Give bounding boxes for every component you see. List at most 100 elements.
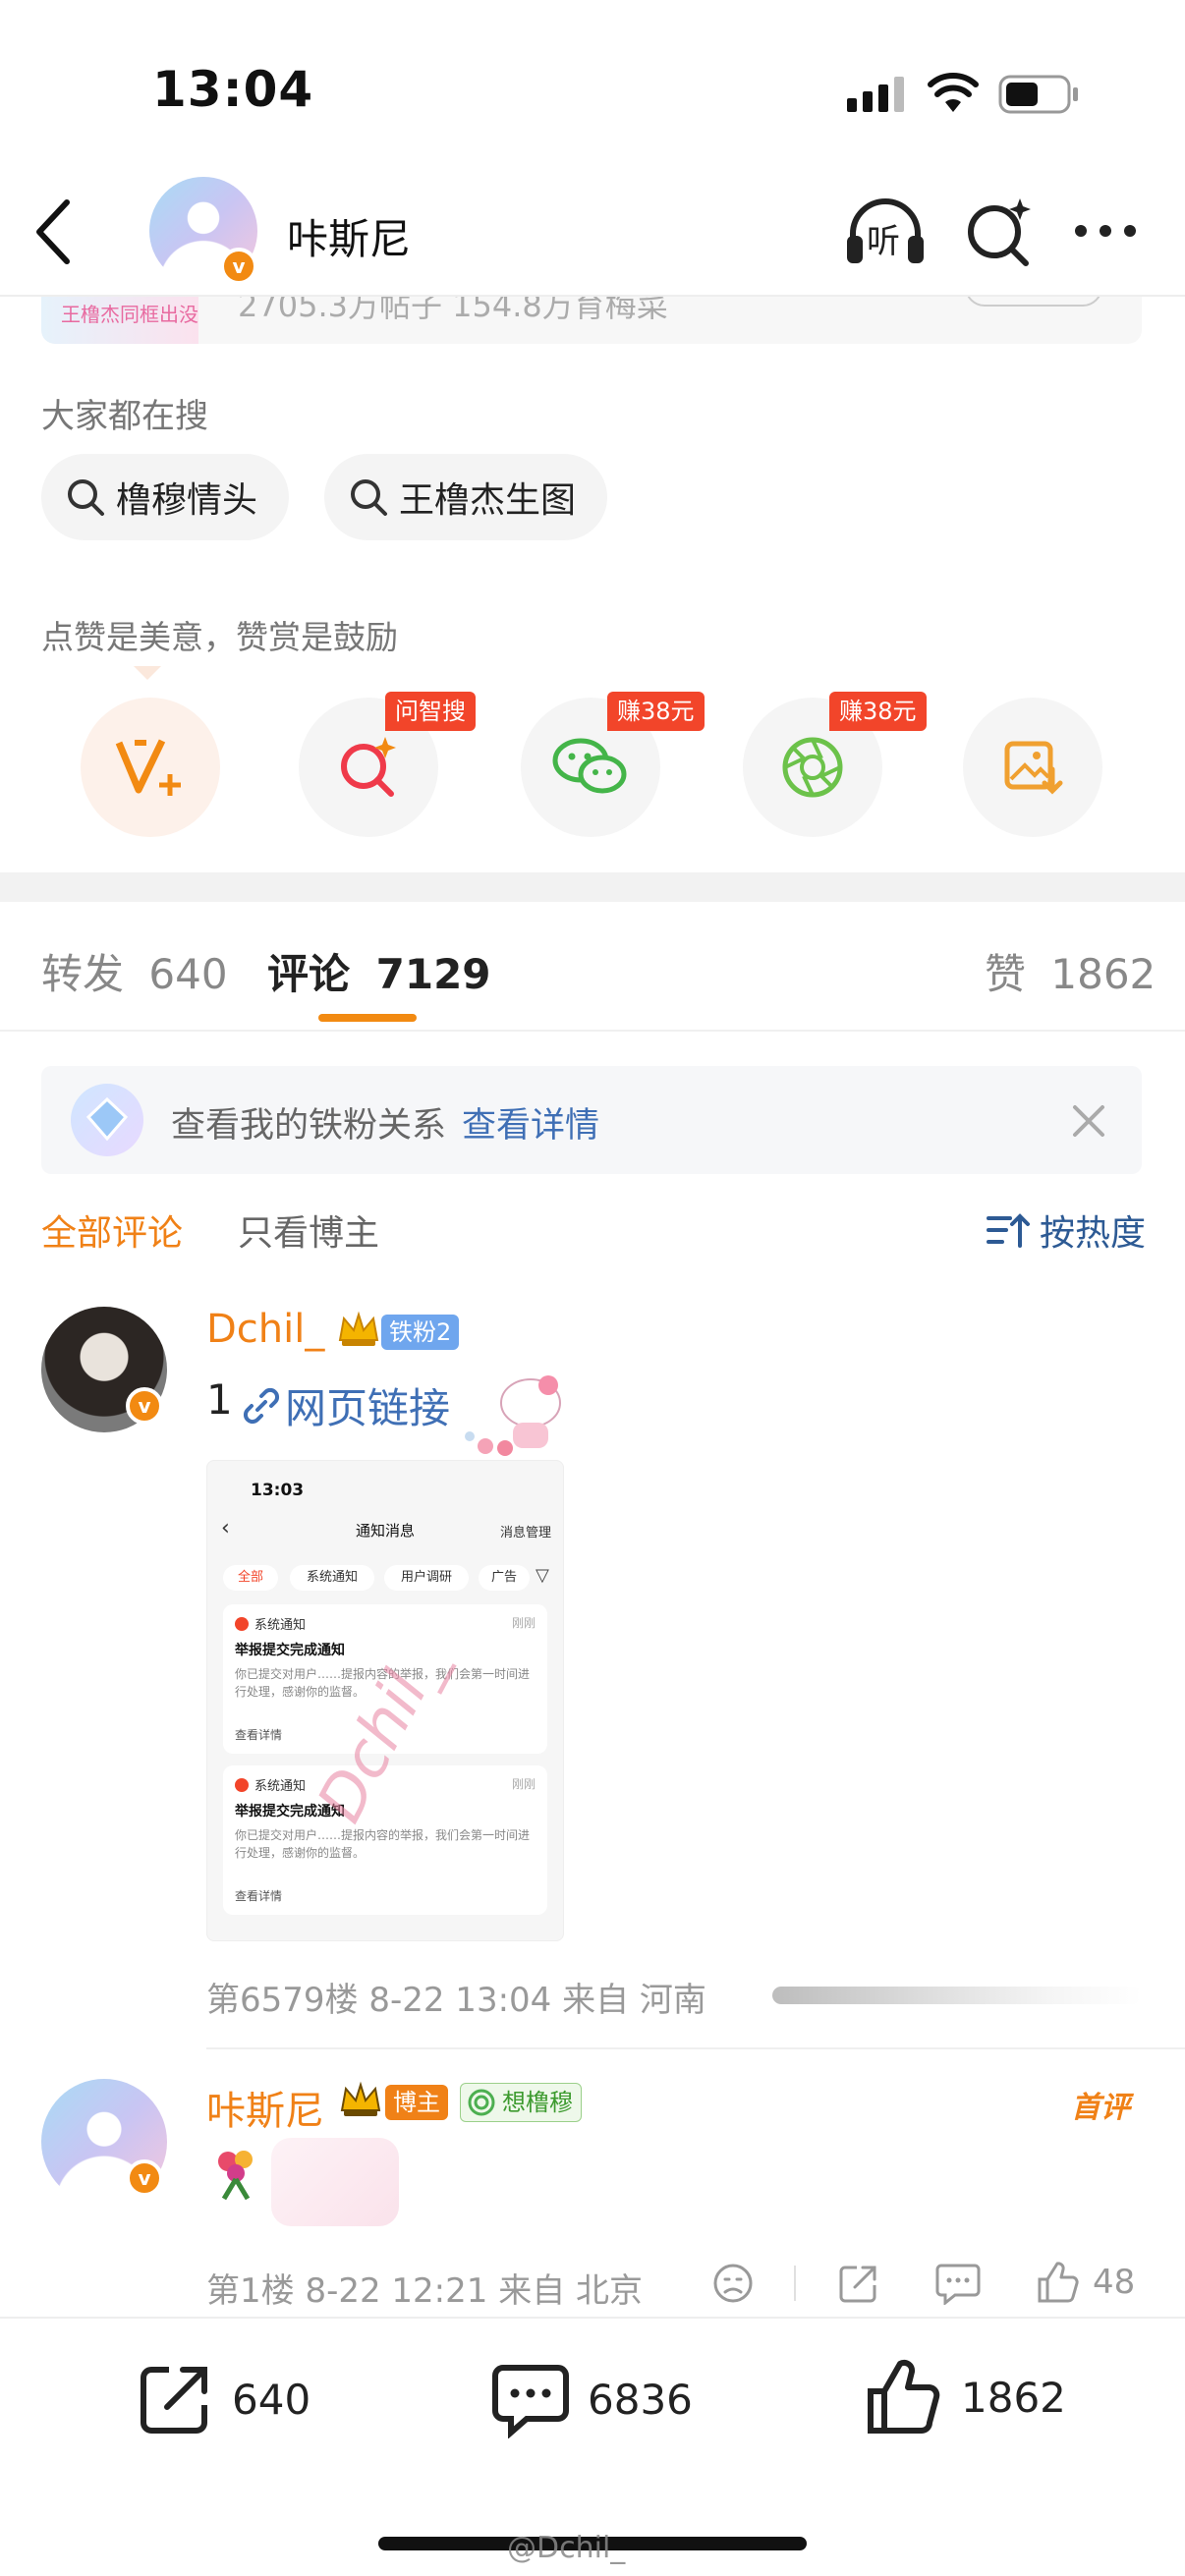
share-icon: [141, 2367, 207, 2434]
save-image-icon: [1004, 741, 1063, 795]
image-card-source: 系统通知: [235, 1614, 306, 1633]
sort-button[interactable]: 按热度: [987, 1204, 1146, 1256]
thumbs-up-icon: [868, 2359, 940, 2434]
blogger-badge: 博主: [385, 2085, 448, 2120]
comment-divider: [206, 2047, 1185, 2049]
share-icon: [839, 2266, 876, 2303]
image-filter-icon: ▽: [536, 1565, 549, 1586]
verified-badge-icon: v: [126, 2159, 163, 2197]
avatar[interactable]: v: [149, 177, 257, 285]
promo-tag: 问智搜: [385, 692, 476, 731]
fan-banner-link[interactable]: 查看详情: [462, 1097, 599, 1148]
web-link[interactable]: 网页链接: [242, 1375, 450, 1435]
sticker-image: [271, 2138, 399, 2226]
close-button[interactable]: [1069, 1101, 1108, 1141]
wifi-icon: [928, 73, 979, 114]
image-card-time: 刚刚: [511, 1777, 536, 1791]
v-plus-icon: [115, 739, 181, 796]
search-section-label: 大家都在搜: [41, 397, 208, 436]
dislike-button[interactable]: [711, 2262, 755, 2305]
commenter-name[interactable]: 咔斯尼: [206, 2079, 324, 2136]
listen-button[interactable]: 听: [843, 193, 928, 271]
tab-like-label: 赞: [985, 950, 1027, 998]
attached-image[interactable]: 13:03 ‹ 通知消息 消息管理 全部 系统通知 用户调研 广告 ▽ 系统通知…: [206, 1460, 564, 1941]
like-button[interactable]: 1862: [865, 2358, 1066, 2436]
reward-button[interactable]: [81, 698, 220, 837]
topic-badge: 想橹穆: [460, 2083, 582, 2122]
follow-button[interactable]: [965, 297, 1102, 307]
like-count: 1862: [961, 2373, 1066, 2422]
back-button[interactable]: [28, 193, 86, 271]
comment-progress-bar: [772, 1987, 1142, 2004]
image-card-source: 系统通知: [235, 1775, 306, 1794]
search-chip[interactable]: 王橹杰生图: [324, 454, 608, 540]
cellular-signal-icon: [847, 77, 908, 116]
topic-badge-label: 想橹穆: [502, 2089, 573, 2116]
chevron-left-icon: [36, 199, 70, 264]
tab-comment-label: 评论: [267, 950, 351, 998]
verified-badge-icon: v: [220, 248, 257, 285]
hello-kitty-sticker-icon: [462, 1368, 576, 1460]
thumbs-up-icon: [1038, 2262, 1079, 2303]
flower-bouquet-icon: [206, 2144, 265, 2203]
filter-host-only[interactable]: 只看博主: [238, 1204, 379, 1256]
image-pill: 系统通知: [290, 1565, 374, 1591]
comment-like-button[interactable]: 48: [1036, 2260, 1135, 2305]
link-icon: [243, 1387, 280, 1424]
tab-comment-count: 7129: [375, 950, 491, 998]
fan-relation-banner[interactable]: 查看我的铁粉关系 查看详情: [41, 1066, 1142, 1174]
image-pill: 全部: [223, 1565, 278, 1591]
action-divider: [794, 2266, 796, 2301]
reward-pointer: [134, 666, 161, 680]
reward-section-label: 点赞是美意，赞赏是鼓励: [41, 618, 398, 656]
image-status-time: 13:03: [251, 1481, 305, 1500]
chat-bubble-icon: [935, 2264, 981, 2307]
first-comment-badge: 首评: [1071, 2091, 1130, 2125]
sort-label: 按热度: [1040, 1213, 1147, 1254]
comment-meta: 第1楼 8-22 12:21 来自 北京: [206, 2271, 644, 2311]
search-icon: [351, 479, 387, 516]
crown-icon: [338, 2081, 383, 2120]
image-card-title: 举报提交完成通知: [235, 1643, 345, 1658]
commenter-name[interactable]: Dchil_: [206, 1307, 324, 1352]
topic-stats: 2705.3万帖子 154.8万育梅菜: [238, 297, 668, 324]
topic-card[interactable]: 王橹杰同框出没 2705.3万帖子 154.8万育梅菜: [41, 297, 1142, 344]
image-pill: 广告: [479, 1565, 530, 1591]
chat-bubble-icon: [492, 2365, 569, 2438]
tab-repost[interactable]: 转发 640: [41, 941, 228, 1001]
battery-icon: [998, 75, 1081, 114]
search-icon: [68, 479, 104, 516]
repost-count: 640: [232, 2375, 311, 2424]
tab-like[interactable]: 赞 1862: [985, 941, 1156, 1001]
sad-face-icon: [713, 2264, 753, 2303]
ai-search-icon: [341, 737, 396, 797]
fan-banner-text: 查看我的铁粉关系: [171, 1106, 447, 1146]
weibo-watermark: @Dchil_: [507, 2531, 626, 2565]
listen-label: 听: [867, 222, 900, 261]
search-chip[interactable]: 橹穆情头: [41, 454, 290, 540]
more-dots-icon: [1075, 225, 1136, 237]
comment-meta: 第6579楼 8-22 13:04 来自 河南: [206, 1981, 706, 2020]
diamond-icon: [71, 1084, 143, 1156]
comment-button[interactable]: 6836: [491, 2360, 693, 2438]
search-chip-label: 橹穆情头: [116, 480, 258, 521]
search-chip-label: 王橹杰生图: [399, 480, 577, 521]
repost-button[interactable]: 640: [136, 2360, 310, 2438]
page-title: 咔斯尼: [287, 215, 412, 263]
sort-icon: [987, 1213, 1030, 1248]
crown-icon: [336, 1311, 381, 1350]
section-divider: [0, 872, 1185, 902]
more-button[interactable]: [1071, 216, 1140, 246]
wechat-icon: [552, 738, 627, 794]
comment-reply-button[interactable]: [935, 2262, 981, 2307]
topic-thumbnail-text: 王橹杰同框出没: [61, 303, 198, 326]
comment-share-button[interactable]: [837, 2262, 880, 2305]
filter-all-comments[interactable]: 全部评论: [41, 1204, 183, 1256]
topic-thumbnail: 王橹杰同框出没: [41, 297, 198, 344]
ai-search-button[interactable]: [961, 193, 1038, 271]
tab-comment[interactable]: 评论 7129: [267, 941, 491, 1001]
image-card-detail: 查看详情: [235, 1889, 283, 1903]
close-icon: [1073, 1105, 1104, 1137]
save-image-button[interactable]: [963, 698, 1102, 837]
aperture-icon: [782, 737, 843, 798]
